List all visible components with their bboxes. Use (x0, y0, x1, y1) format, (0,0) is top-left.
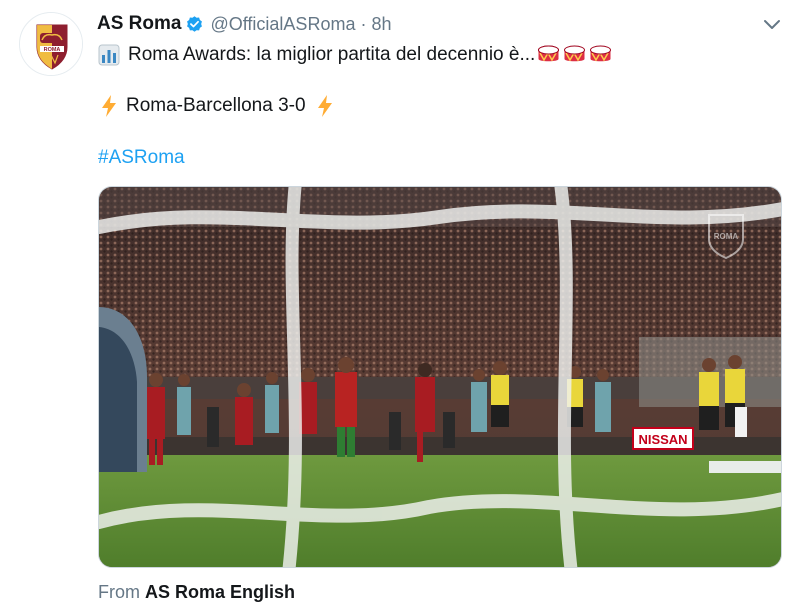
tweet-text-line-3: #ASRoma (98, 145, 185, 171)
tweet-text-line-1: Roma Awards: la miglior partita del dece… (98, 42, 613, 68)
verified-badge-icon (185, 15, 204, 34)
hashtag-link[interactable]: #ASRoma (98, 145, 185, 171)
timestamp[interactable]: 8h (371, 14, 391, 35)
author-handle[interactable]: @OfficialASRoma (210, 14, 355, 35)
author-name[interactable]: AS Roma (97, 13, 181, 35)
svg-text:ROMA: ROMA (44, 47, 61, 53)
author-avatar[interactable]: ROMA (19, 12, 83, 76)
drum-emoji-icon (536, 44, 561, 66)
tweet-text: Roma Awards: la miglior partita del dece… (128, 44, 536, 65)
lightning-emoji-icon (98, 94, 120, 118)
from-prefix: From (98, 582, 140, 602)
svg-text:ROMA: ROMA (714, 232, 739, 241)
tweet-text-line-2: Roma-Barcellona 3-0 (98, 93, 336, 119)
as-roma-crest-icon: ROMA (20, 13, 82, 75)
video-frame: NISSAN ROMA (99, 187, 781, 567)
nissan-board: NISSAN (638, 432, 687, 447)
separator-dot: · (360, 13, 367, 34)
drum-emoji-icon (562, 44, 587, 66)
match-result-text: Roma-Barcellona 3-0 (126, 95, 306, 116)
tweet-header: AS Roma @OfficialASRoma · 8h (97, 11, 391, 37)
lightning-emoji-icon (314, 94, 336, 118)
bar-chart-emoji-icon (98, 44, 120, 66)
chevron-down-icon[interactable] (762, 14, 782, 34)
source-account[interactable]: AS Roma English (145, 582, 295, 602)
drum-emoji-icon (588, 44, 613, 66)
tweet-video[interactable]: NISSAN ROMA (98, 186, 782, 568)
